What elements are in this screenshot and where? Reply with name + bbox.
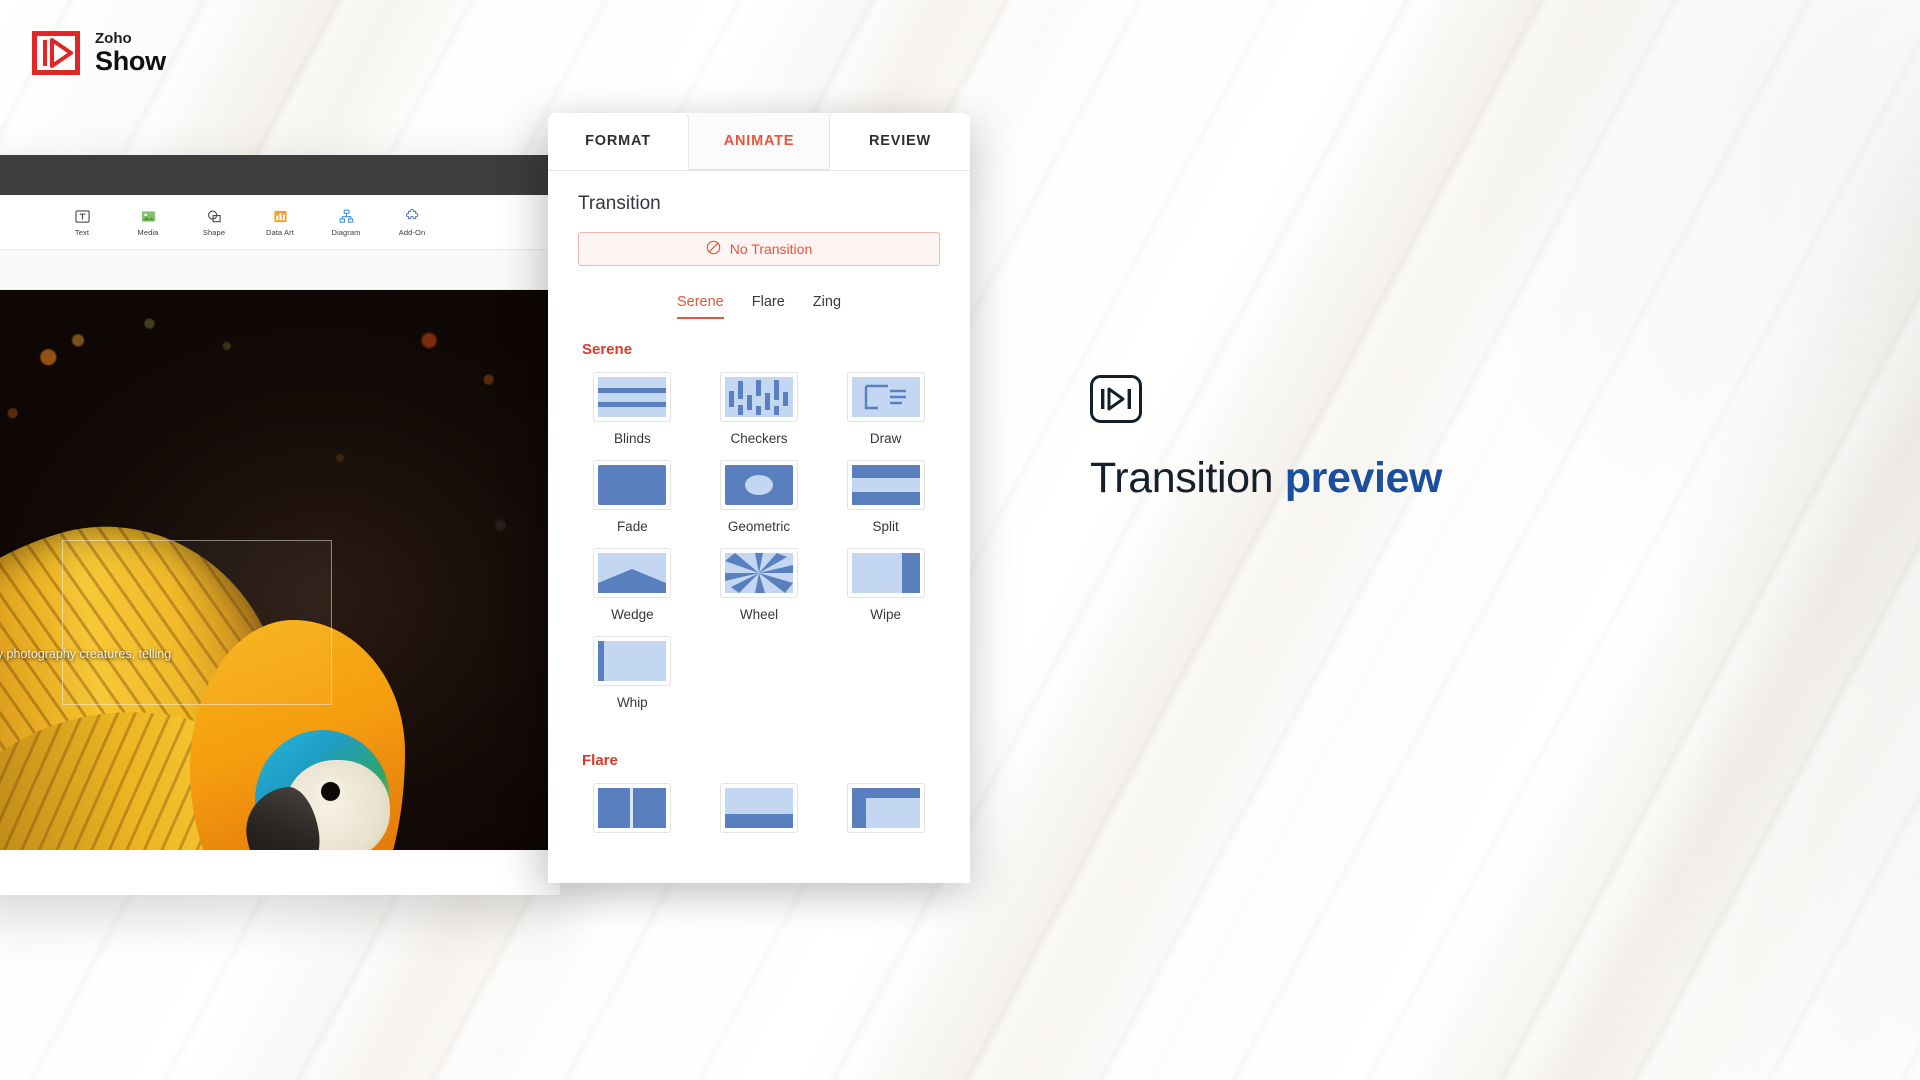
transition-item-flare-3[interactable] <box>831 783 940 833</box>
promo-headline: Transition preview <box>1090 454 1610 503</box>
geometric-thumb <box>719 460 798 510</box>
tab-format[interactable]: FORMAT <box>548 113 689 170</box>
zoho-show-logo-icon <box>32 31 80 75</box>
transition-item-checkers[interactable]: Checkers <box>705 372 814 446</box>
group-title-flare: Flare <box>582 752 618 769</box>
label-wipe: Wipe <box>870 607 902 622</box>
chart-icon <box>273 207 288 225</box>
diagram-icon <box>339 207 354 225</box>
label-geometric: Geometric <box>727 519 791 534</box>
subtab-serene[interactable]: Serene <box>676 294 724 319</box>
tab-review[interactable]: REVIEW <box>829 113 970 170</box>
group-title-serene: Serene <box>582 341 633 358</box>
flare-thumb-3 <box>846 783 925 833</box>
flare-thumb-1 <box>593 783 672 833</box>
presentation-editor-window: Text Media Shape Data Art Diagram Add-On… <box>0 155 560 895</box>
text-box-icon <box>74 207 90 225</box>
promo-headline-bold: preview <box>1284 454 1443 502</box>
slide-canvas[interactable]: fe, my photography creatures, telling <box>0 290 560 850</box>
draw-thumb <box>846 372 925 422</box>
tab-animate[interactable]: ANIMATE <box>689 113 829 170</box>
subtab-zing[interactable]: Zing <box>813 294 841 319</box>
toolbar-label-diagram: Diagram <box>331 228 361 237</box>
puzzle-icon <box>405 207 420 225</box>
checkers-thumb <box>719 372 798 422</box>
shape-icon <box>207 207 222 225</box>
serene-transition-grid: Blinds Checkers Draw Fade Geometric Spli… <box>578 372 940 710</box>
slide-textbox-outline[interactable] <box>62 540 332 705</box>
transition-item-draw[interactable]: Draw <box>831 372 940 446</box>
toolbar-item-data-art[interactable]: Data Art <box>258 207 302 237</box>
label-checkers: Checkers <box>730 431 788 446</box>
toolbar-label-text: Text <box>74 228 90 237</box>
label-draw: Draw <box>869 431 902 446</box>
editor-title-bar <box>0 155 560 195</box>
no-entry-icon <box>706 240 721 258</box>
subtab-flare[interactable]: Flare <box>752 294 785 319</box>
logo-text-zoho: Zoho <box>95 29 132 47</box>
toolbar-label-media: Media <box>137 228 159 237</box>
wipe-thumb <box>846 548 925 598</box>
transition-item-wedge[interactable]: Wedge <box>578 548 687 622</box>
transition-item-whip[interactable]: Whip <box>578 636 687 710</box>
panel-content: Transition No Transition Serene Flare Zi… <box>548 171 970 833</box>
background-right-shading <box>1160 0 1920 1080</box>
animate-side-panel: FORMAT ANIMATE REVIEW Transition No Tran… <box>548 113 970 883</box>
wheel-thumb <box>719 548 798 598</box>
wedge-thumb <box>593 548 672 598</box>
grid-spacer <box>578 710 940 726</box>
toolbar-label-data-art: Shape <box>202 228 226 237</box>
toolbar-label-shape: Data Art <box>266 228 294 237</box>
transition-item-blinds[interactable]: Blinds <box>578 372 687 446</box>
transition-item-geometric[interactable]: Geometric <box>705 460 814 534</box>
transition-category-tabs[interactable]: Serene Flare Zing <box>578 294 940 319</box>
editor-toolbar[interactable]: Text Media Shape Data Art Diagram Add-On <box>0 195 560 250</box>
toolbar-item-diagram[interactable]: Diagram <box>324 207 368 237</box>
toolbar-label-add-on: Add-On <box>398 228 426 237</box>
split-thumb <box>846 460 925 510</box>
label-fade: Fade <box>616 519 648 534</box>
transition-item-flare-1[interactable] <box>578 783 687 833</box>
image-icon <box>141 207 156 225</box>
toolbar-item-text[interactable]: Text <box>60 207 104 237</box>
no-transition-button[interactable]: No Transition <box>578 232 940 266</box>
zoho-show-mark <box>1090 375 1610 428</box>
promo-block: Transition preview <box>1090 375 1610 503</box>
editor-secondary-bar <box>0 250 560 290</box>
transition-item-split[interactable]: Split <box>831 460 940 534</box>
whip-thumb <box>593 636 672 686</box>
no-transition-label: No Transition <box>729 241 813 257</box>
transition-item-flare-2[interactable] <box>705 783 814 833</box>
toolbar-item-media[interactable]: Media <box>126 207 170 237</box>
toolbar-item-shape[interactable]: Shape <box>192 207 236 237</box>
flare-transition-grid <box>578 783 940 833</box>
label-wedge: Wedge <box>611 607 654 622</box>
label-blinds: Blinds <box>613 431 651 446</box>
panel-section-title: Transition <box>578 193 661 214</box>
panel-tab-bar[interactable]: FORMAT ANIMATE REVIEW <box>548 113 970 171</box>
logo-text-show: Show <box>95 45 166 76</box>
slide-caption-text[interactable]: fe, my photography creatures, telling <box>0 645 195 664</box>
flare-thumb-2 <box>719 783 798 833</box>
label-whip: Whip <box>616 695 648 710</box>
transition-item-fade[interactable]: Fade <box>578 460 687 534</box>
transition-item-wipe[interactable]: Wipe <box>831 548 940 622</box>
transition-item-wheel[interactable]: Wheel <box>705 548 814 622</box>
label-wheel: Wheel <box>739 607 779 622</box>
blinds-thumb <box>593 372 672 422</box>
slide-photo-macaw-eye <box>321 782 340 801</box>
toolbar-item-add-on[interactable]: Add-On <box>390 207 434 237</box>
label-split: Split <box>872 519 899 534</box>
promo-headline-regular: Transition <box>1090 454 1285 502</box>
zoho-show-logo: Zoho Show <box>30 28 166 78</box>
fade-thumb <box>593 460 672 510</box>
